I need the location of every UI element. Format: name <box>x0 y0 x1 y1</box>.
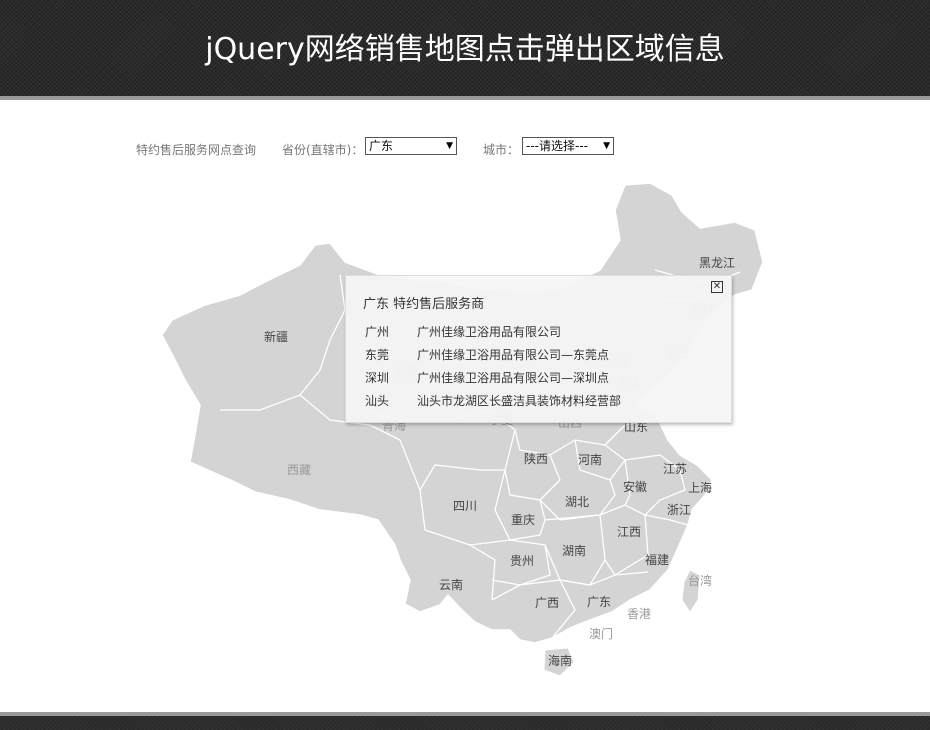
province-label-jiangsu[interactable]: 江苏 <box>663 460 687 477</box>
province-label-anhui[interactable]: 安徽 <box>623 478 647 495</box>
province-label-yunnan[interactable]: 云南 <box>439 576 463 593</box>
province-label-guangxi[interactable]: 广西 <box>535 594 559 611</box>
dealer-row: 东莞 广州佳缘卫浴用品有限公司—东莞点 <box>365 346 609 363</box>
province-label-guangdong[interactable]: 广东 <box>587 593 611 610</box>
province-label-hongkong[interactable]: 香港 <box>627 605 651 622</box>
province-label-chongqing[interactable]: 重庆 <box>511 511 535 528</box>
province-label-fujian[interactable]: 福建 <box>645 551 669 568</box>
close-icon[interactable]: ✕ <box>711 281 723 293</box>
province-label-taiwan[interactable]: 台湾 <box>688 572 712 589</box>
province-label-xinjiang[interactable]: 新疆 <box>264 328 288 345</box>
province-label-zhejiang[interactable]: 浙江 <box>667 501 691 518</box>
province-label-hubei[interactable]: 湖北 <box>565 493 589 510</box>
region-info-popup: 广东 特约售后服务商 ✕ 广州 广州佳缘卫浴用品有限公司 东莞 广州佳缘卫浴用品有限… <box>345 275 732 423</box>
dealer-row: 汕头 汕头市龙湖区长盛洁具装饰材料经营部 <box>365 392 621 409</box>
popup-title: 广东 特约售后服务商 <box>363 297 485 312</box>
dealer-city: 广州 <box>365 325 390 339</box>
dealer-city: 东莞 <box>365 348 390 362</box>
province-label-shanghai[interactable]: 上海 <box>688 479 712 496</box>
province-label-sichuan[interactable]: 四川 <box>453 497 477 514</box>
dealer-city: 汕头 <box>365 394 390 408</box>
dealer-name: 汕头市龙湖区长盛洁具装饰材料经营部 <box>417 394 622 408</box>
dealer-city: 深圳 <box>365 371 390 385</box>
province-label-jiangxi[interactable]: 江西 <box>617 523 641 540</box>
dealer-row: 广州 广州佳缘卫浴用品有限公司 <box>365 323 561 340</box>
dealer-name: 广州佳缘卫浴用品有限公司—深圳点 <box>417 371 610 385</box>
province-label-hainan[interactable]: 海南 <box>548 652 572 669</box>
province-label-macau[interactable]: 澳门 <box>589 625 613 642</box>
dealer-name: 广州佳缘卫浴用品有限公司—东莞点 <box>417 348 610 362</box>
dealer-name: 广州佳缘卫浴用品有限公司 <box>417 325 562 339</box>
page-footer <box>0 712 930 730</box>
province-label-hunan[interactable]: 湖南 <box>562 542 586 559</box>
dealer-row: 深圳 广州佳缘卫浴用品有限公司—深圳点 <box>365 369 609 386</box>
province-label-heilongjiang[interactable]: 黑龙江 <box>699 254 735 271</box>
province-label-henan[interactable]: 河南 <box>578 451 602 468</box>
province-label-guizhou[interactable]: 贵州 <box>510 552 534 569</box>
province-label-shaanxi[interactable]: 陕西 <box>524 450 548 467</box>
province-label-tibet[interactable]: 西藏 <box>287 461 311 478</box>
